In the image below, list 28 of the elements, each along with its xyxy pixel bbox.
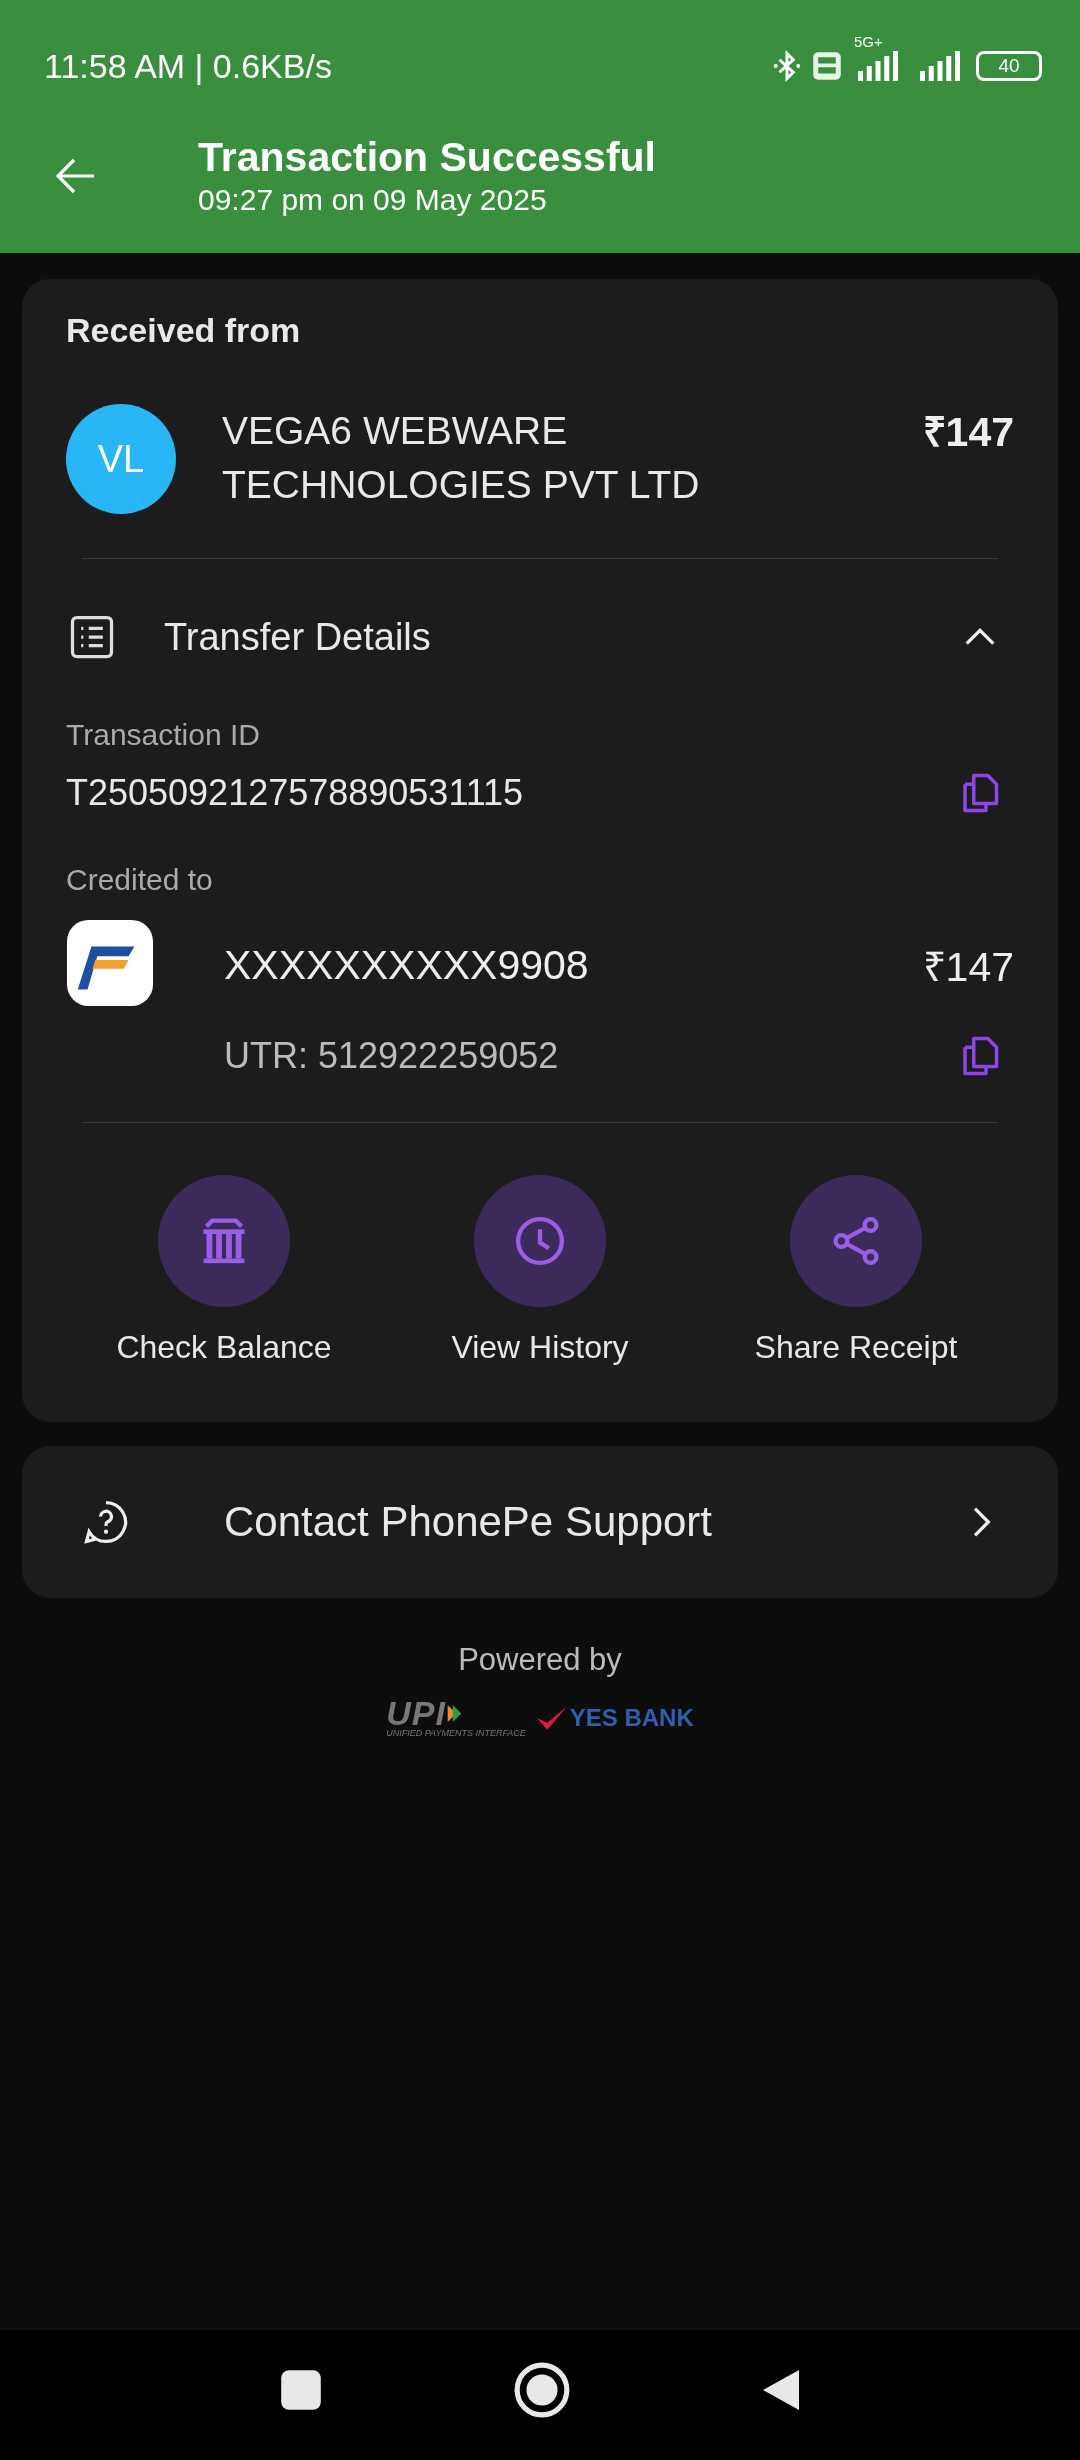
network-type: 5G+ xyxy=(854,33,883,50)
action-button[interactable]: Check Balance xyxy=(74,1175,374,1366)
transaction-time: 09:27 pm on 09 May 2025 xyxy=(198,183,548,217)
status-time: 11:58 AM | 0.6KB/s xyxy=(44,46,332,86)
utr-number: UTR: 512922259052 xyxy=(224,1035,559,1077)
bank-logo: YES BANK xyxy=(533,1704,694,1732)
sender-name: VEGA6 WEBWARE TECHNOLOGIES PVT LTD xyxy=(222,408,701,508)
support-link[interactable]: Contact PhonePe Support xyxy=(22,1446,1058,1598)
account-number: XXXXXXXXXX9908 xyxy=(224,941,589,989)
avatar: VL xyxy=(66,404,176,514)
field-label: Transaction ID xyxy=(66,718,261,752)
page-title: Transaction Successful xyxy=(198,134,656,181)
upi-logo: UPI UNIFIED PAYMENTS INTERFACE xyxy=(386,1698,526,1738)
action-button[interactable]: View History xyxy=(390,1175,690,1366)
field-label: Credited to xyxy=(66,863,214,897)
bluetooth-icon xyxy=(772,49,802,83)
amount: ₹147 xyxy=(922,408,1014,457)
recents-icon[interactable] xyxy=(279,2368,323,2412)
transfer-details-toggle[interactable]: Transfer Details xyxy=(66,611,1014,663)
back-icon[interactable] xyxy=(761,2368,801,2412)
powered-by-text: Powered by xyxy=(458,1642,622,1678)
home-icon[interactable] xyxy=(513,2361,571,2419)
amount: ₹147 xyxy=(922,943,1014,992)
transaction-id: T2505092127578890531115 xyxy=(66,772,524,814)
section-heading: Received from xyxy=(66,311,302,350)
battery-indicator: 40 xyxy=(976,51,1042,81)
vonr-icon xyxy=(812,51,842,81)
action-button[interactable]: Share Receipt xyxy=(706,1175,1006,1366)
